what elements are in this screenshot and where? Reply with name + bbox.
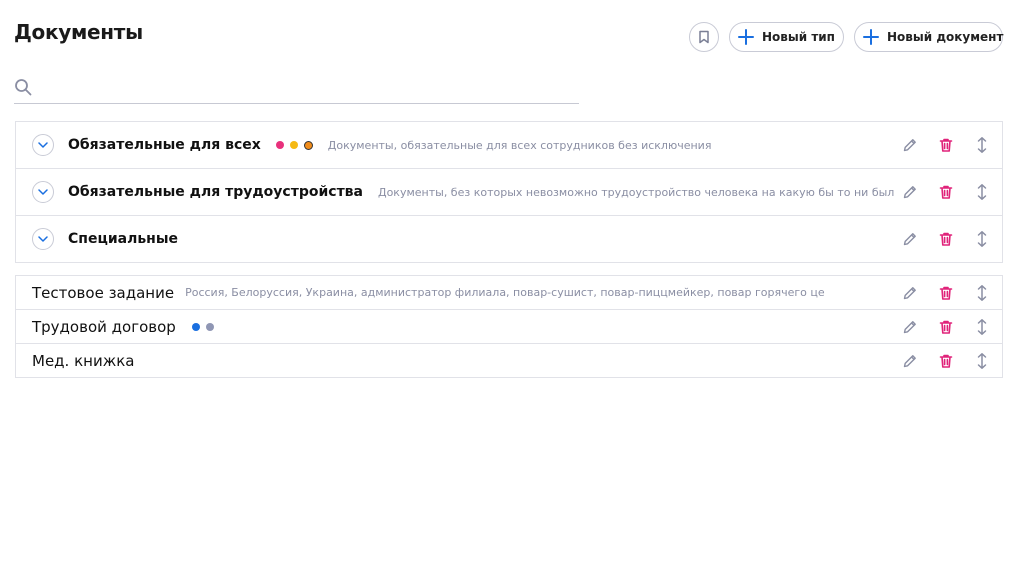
chevron-down-icon — [38, 236, 48, 242]
status-dot — [275, 141, 284, 149]
row-actions — [894, 216, 990, 262]
trash-icon — [938, 137, 954, 153]
new-type-button[interactable]: Новый тип — [729, 22, 844, 52]
edit-button[interactable] — [902, 285, 918, 301]
expand-button[interactable] — [32, 134, 54, 156]
edit-button[interactable] — [902, 184, 918, 200]
search-icon — [15, 78, 32, 95]
drag-handle[interactable] — [974, 231, 990, 247]
status-dot — [205, 322, 214, 331]
drag-handle-icon — [976, 136, 988, 154]
drag-handle-icon — [976, 284, 988, 302]
group-row[interactable]: Обязательные для трудоустройства Документ… — [16, 169, 1002, 216]
expand-button[interactable] — [32, 181, 54, 203]
plus-icon — [863, 29, 879, 45]
drag-handle[interactable] — [974, 184, 990, 200]
status-dot — [191, 322, 200, 331]
search-bar — [14, 70, 579, 104]
expand-button[interactable] — [32, 228, 54, 250]
page-title: Документы — [14, 20, 143, 44]
status-dot — [303, 140, 313, 150]
drag-handle[interactable] — [974, 318, 990, 336]
edit-button[interactable] — [902, 353, 918, 369]
plus-icon — [738, 29, 754, 45]
edit-button[interactable] — [902, 137, 918, 153]
drag-handle-icon — [976, 230, 988, 248]
document-description: Россия, Белоруссия, Украина, администрат… — [185, 286, 826, 299]
document-type-groups: Обязательные для всех Документы, обязател… — [15, 121, 1003, 263]
row-actions — [894, 169, 990, 215]
delete-button[interactable] — [938, 184, 954, 200]
document-row[interactable]: Трудовой договор — [16, 310, 1002, 344]
trash-icon — [938, 184, 954, 200]
trash-icon — [938, 285, 954, 301]
group-row[interactable]: Специальные — [16, 216, 1002, 262]
search-input[interactable] — [40, 72, 579, 101]
drag-handle[interactable] — [974, 352, 990, 370]
row-actions — [894, 122, 990, 168]
pencil-icon — [902, 184, 918, 200]
edit-button[interactable] — [902, 319, 918, 335]
status-dot — [289, 141, 298, 149]
chevron-down-icon — [38, 142, 48, 148]
document-row[interactable]: Тестовое задание Россия, Белоруссия, Укра… — [16, 276, 1002, 310]
drag-handle-icon — [976, 318, 988, 336]
row-actions — [894, 310, 990, 343]
trash-icon — [938, 353, 954, 369]
drag-handle[interactable] — [974, 284, 990, 302]
chevron-down-icon — [38, 189, 48, 195]
delete-button[interactable] — [938, 285, 954, 301]
delete-button[interactable] — [938, 231, 954, 247]
status-dots — [275, 140, 313, 150]
pencil-icon — [902, 137, 918, 153]
trash-icon — [938, 231, 954, 247]
group-name: Обязательные для всех — [68, 137, 261, 153]
new-document-button[interactable]: Новый документ — [854, 22, 1003, 52]
toolbar: Новый тип Новый документ — [689, 22, 1003, 52]
status-dots — [191, 322, 214, 331]
group-name: Специальные — [68, 231, 179, 247]
row-actions — [894, 344, 990, 377]
row-actions — [894, 276, 990, 309]
document-row[interactable]: Мед. книжка — [16, 344, 1002, 377]
new-document-label: Новый документ — [887, 30, 1004, 44]
delete-button[interactable] — [938, 137, 954, 153]
group-description: Документы, без которых невозможно трудоу… — [377, 185, 923, 199]
delete-button[interactable] — [938, 319, 954, 335]
delete-button[interactable] — [938, 353, 954, 369]
document-name: Мед. книжка — [32, 351, 135, 370]
group-description: Документы, обязательные для всех сотрудн… — [327, 138, 712, 152]
drag-handle[interactable] — [974, 137, 990, 153]
pencil-icon — [902, 231, 918, 247]
pencil-icon — [902, 319, 918, 335]
new-type-label: Новый тип — [762, 30, 835, 44]
group-row[interactable]: Обязательные для всех Документы, обязател… — [16, 122, 1002, 169]
pencil-icon — [902, 353, 918, 369]
drag-handle-icon — [976, 352, 988, 370]
edit-button[interactable] — [902, 231, 918, 247]
bookmark-button[interactable] — [689, 22, 719, 52]
document-list: Тестовое задание Россия, Белоруссия, Укра… — [15, 275, 1003, 378]
drag-handle-icon — [976, 183, 988, 201]
document-name: Тестовое задание — [32, 283, 175, 302]
bookmark-icon — [699, 30, 709, 44]
group-name: Обязательные для трудоустройства — [68, 184, 363, 200]
trash-icon — [938, 319, 954, 335]
pencil-icon — [902, 285, 918, 301]
document-name: Трудовой договор — [32, 317, 176, 336]
